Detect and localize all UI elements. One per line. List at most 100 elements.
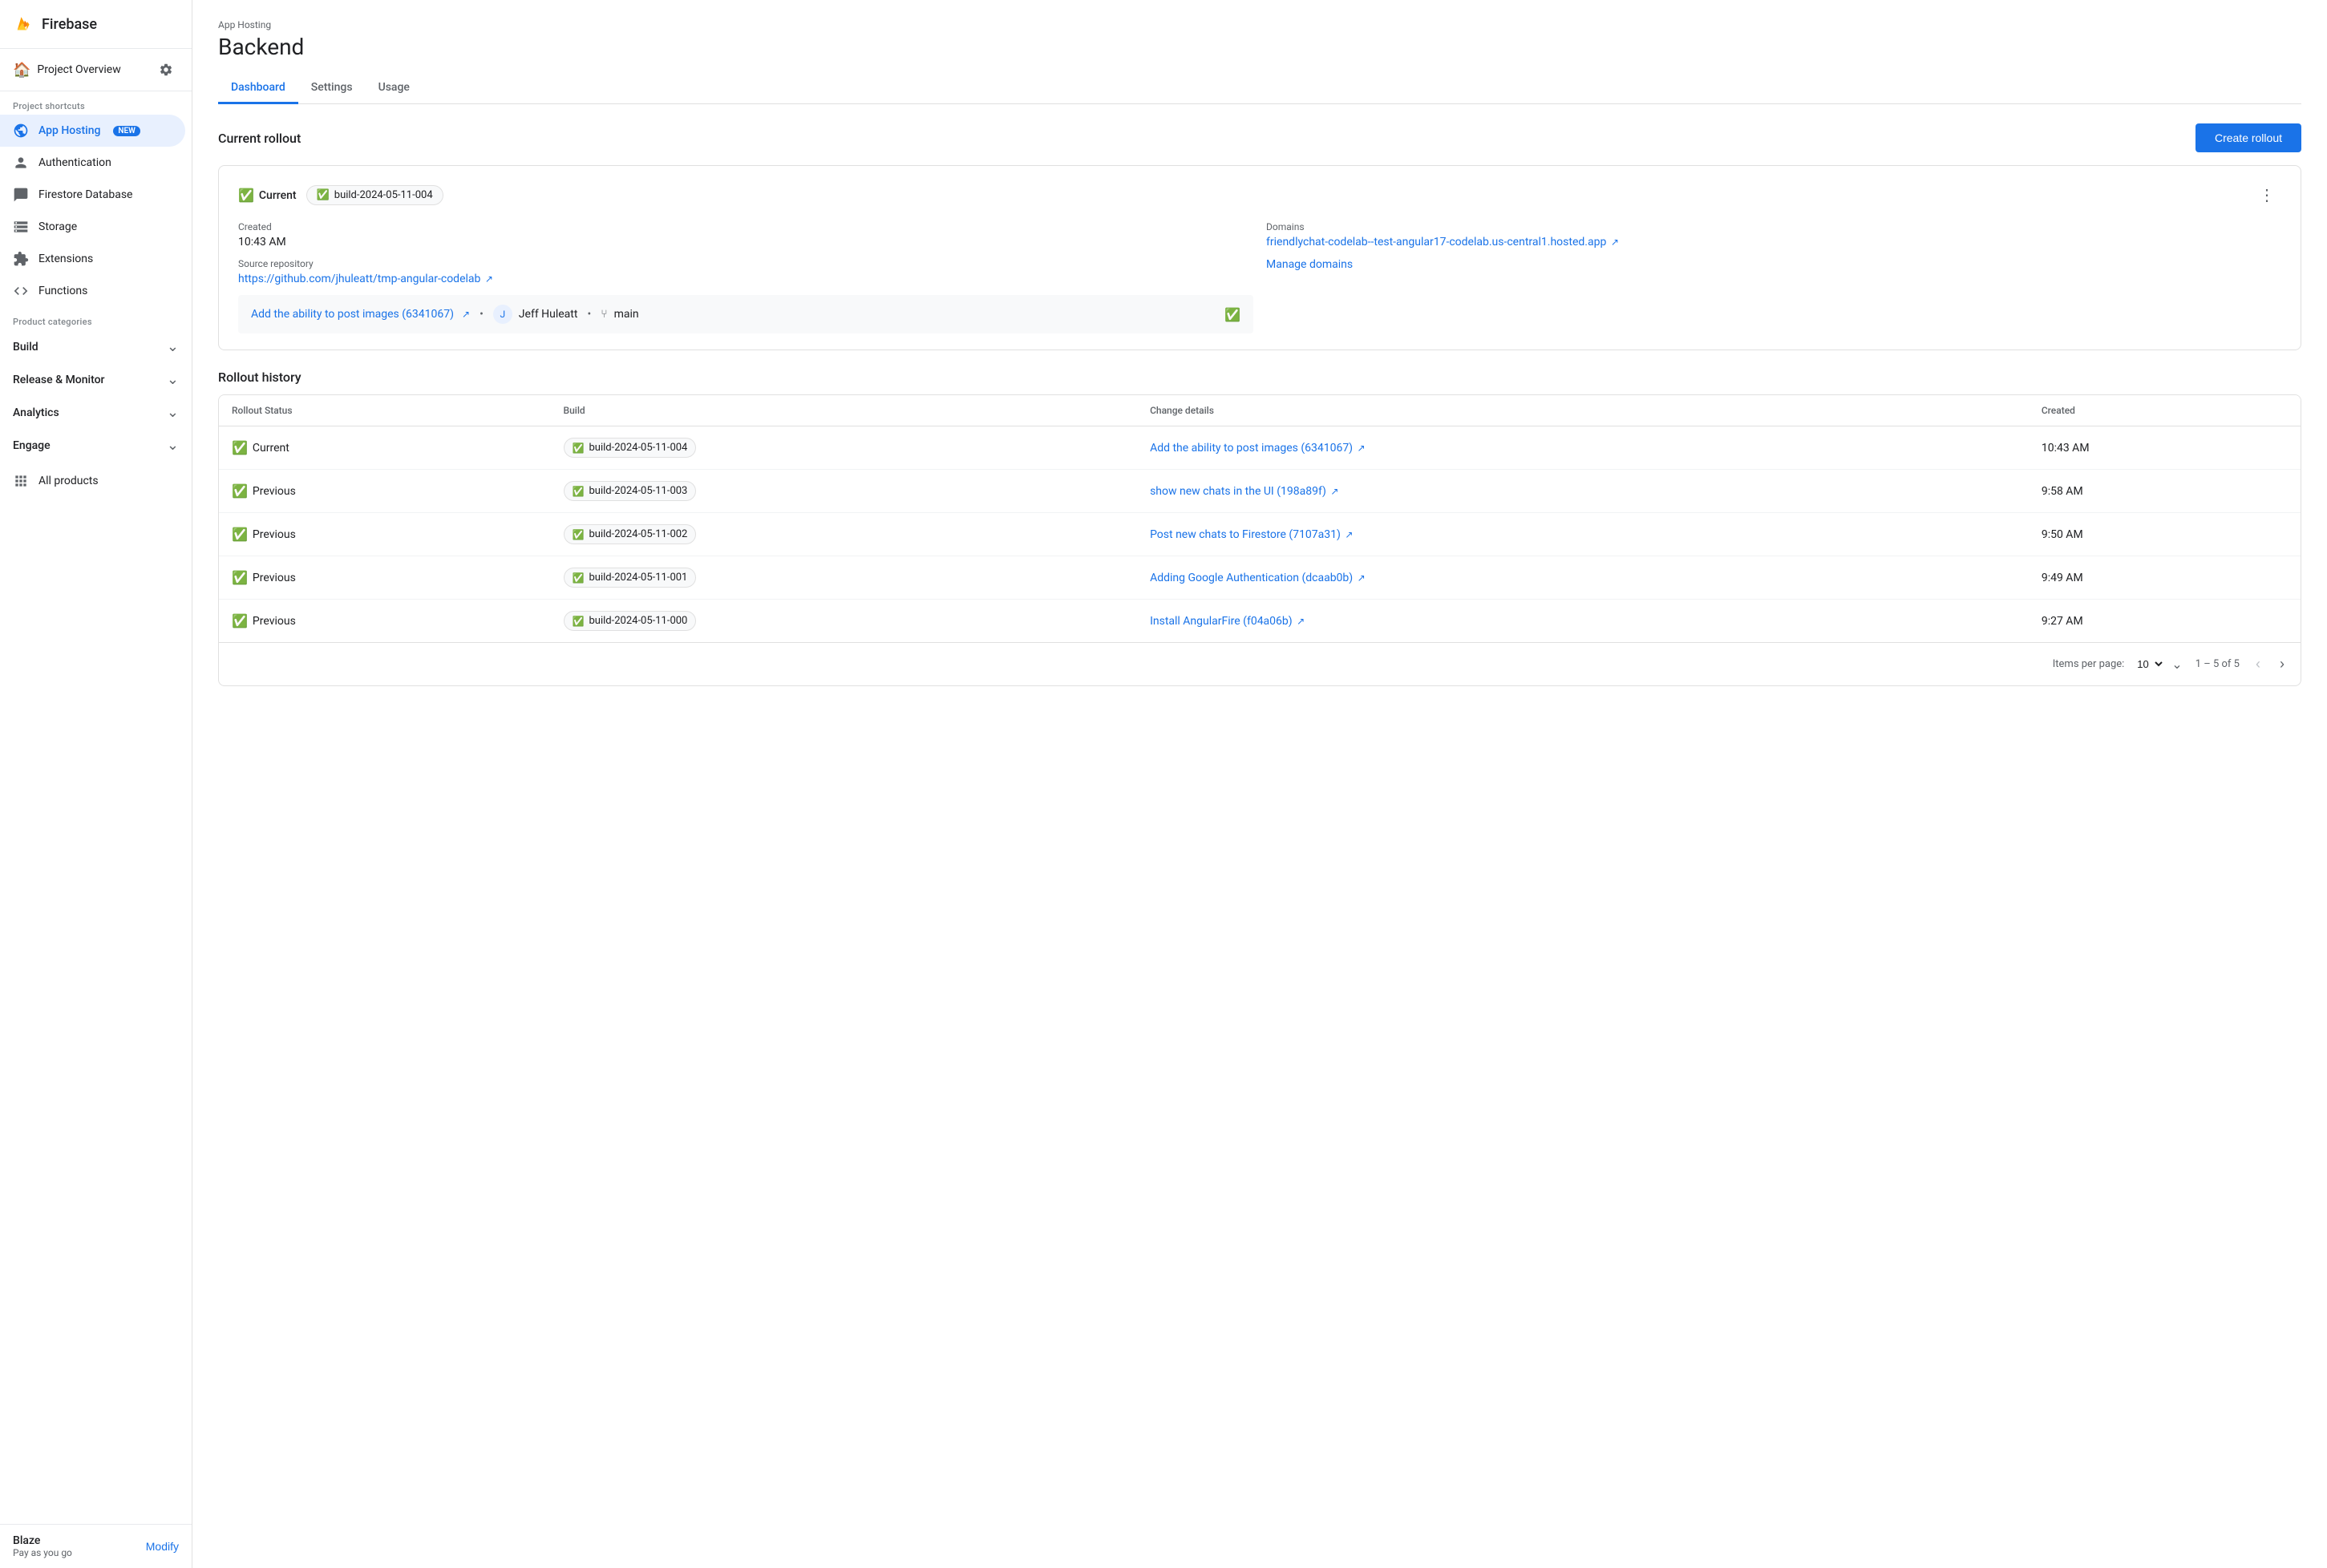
modify-button[interactable]: Modify — [146, 1540, 179, 1553]
gear-icon — [159, 63, 173, 77]
avatar: J — [493, 305, 512, 324]
table-row: ✅ Previous ✅ build-2024-05-11-000 Instal… — [219, 600, 2301, 643]
prev-page-button[interactable]: ‹ — [2252, 653, 2264, 676]
sidebar-item-extensions[interactable]: Extensions — [0, 243, 185, 275]
sidebar-item-all-products[interactable]: All products — [0, 465, 185, 497]
sidebar-item-firestore[interactable]: Firestore Database — [0, 179, 185, 211]
category-build[interactable]: Build ⌄ — [0, 330, 192, 363]
app-title: Firebase — [42, 16, 97, 33]
col-header-change: Change details — [1137, 395, 2029, 426]
commit-link[interactable]: Add the ability to post images (6341067) — [251, 308, 454, 321]
ext-link-icon: ↗ — [1297, 616, 1305, 627]
manage-domains-link[interactable]: Manage domains — [1266, 258, 1353, 271]
build-row-check-icon: ✅ — [573, 572, 585, 584]
branch-icon: ⑂ — [601, 308, 607, 321]
source-repo-label: Source repository — [238, 258, 1253, 269]
page-info: 1 – 5 of 5 — [2195, 658, 2240, 670]
row-build: ✅ build-2024-05-11-003 — [551, 470, 1138, 513]
category-analytics-label: Analytics — [13, 406, 59, 419]
tabs-bar: Dashboard Settings Usage — [218, 73, 2301, 104]
history-table: Rollout Status Build Change details Crea… — [219, 395, 2301, 642]
firebase-logo-icon — [13, 13, 35, 35]
next-page-button[interactable]: › — [2276, 653, 2288, 676]
row-build: ✅ build-2024-05-11-004 — [551, 426, 1138, 470]
ext-link-icon: ↗ — [1358, 572, 1366, 584]
category-release-monitor[interactable]: Release & Monitor ⌄ — [0, 363, 192, 396]
commit-info: Add the ability to post images (6341067)… — [251, 305, 639, 324]
create-rollout-button[interactable]: Create rollout — [2195, 123, 2301, 152]
sidebar-item-functions[interactable]: Functions — [0, 275, 185, 307]
external-link-icon: ↗ — [485, 273, 493, 285]
build-row-check-icon: ✅ — [573, 616, 585, 627]
change-link[interactable]: Install AngularFire (f04a06b) — [1150, 615, 1293, 628]
project-overview-row[interactable]: 🏠 Project Overview — [0, 49, 192, 91]
tab-usage[interactable]: Usage — [366, 73, 423, 104]
chevron-down-icon: ⌄ — [167, 338, 179, 355]
dot-separator2: • — [587, 308, 591, 321]
row-status: ✅ Previous — [219, 556, 551, 600]
storage-icon — [13, 219, 29, 235]
change-link[interactable]: Post new chats to Firestore (7107a31) — [1150, 528, 1341, 541]
change-link[interactable]: show new chats in the UI (198a89f) — [1150, 485, 1326, 498]
row-check-icon: ✅ — [232, 613, 248, 628]
sidebar-item-label-functions: Functions — [38, 285, 87, 297]
more-options-button[interactable]: ⋮ — [2252, 182, 2281, 208]
settings-gear-button[interactable] — [153, 57, 179, 83]
page-title: Backend — [218, 34, 2301, 60]
chevron-down-icon: ⌄ — [167, 437, 179, 454]
current-rollout-header: Current rollout Create rollout — [218, 123, 2301, 152]
created-section: Created 10:43 AM Source repository https… — [238, 221, 1253, 333]
change-link[interactable]: Adding Google Authentication (dcaab0b) — [1150, 572, 1353, 584]
branch-name: main — [614, 308, 639, 321]
row-created: 10:43 AM — [2029, 426, 2301, 470]
current-rollout-title: Current rollout — [218, 131, 301, 146]
rollout-history-title: Rollout history — [218, 370, 2301, 385]
grid-icon — [13, 473, 29, 489]
row-build: ✅ build-2024-05-11-002 — [551, 513, 1138, 556]
sidebar-item-app-hosting[interactable]: App Hosting NEW — [0, 115, 185, 147]
chevron-down-icon: ⌄ — [2171, 657, 2182, 672]
check-icon: ✅ — [238, 188, 254, 203]
ext-link-icon: ↗ — [1358, 443, 1366, 454]
items-per-page-label: Items per page: — [2053, 658, 2125, 670]
status-badge: ✅ Current — [238, 188, 297, 203]
change-link[interactable]: Add the ability to post images (6341067) — [1150, 442, 1353, 455]
rollout-details: Created 10:43 AM Source repository https… — [238, 221, 2281, 333]
col-header-status: Rollout Status — [219, 395, 551, 426]
created-label: Created — [238, 221, 1253, 232]
ext-link-icon: ↗ — [1345, 529, 1353, 540]
build-row-check-icon: ✅ — [573, 486, 585, 497]
domain-link[interactable]: friendlychat-codelab--test-angular17-cod… — [1266, 236, 1606, 249]
project-overview-link[interactable]: 🏠 Project Overview — [13, 62, 121, 79]
per-page-select[interactable]: 10 25 50 — [2131, 656, 2165, 673]
source-repo-link[interactable]: https://github.com/jhuleatt/tmp-angular-… — [238, 273, 480, 285]
all-products-label: All products — [38, 475, 99, 487]
sidebar-footer: Blaze Pay as you go Modify — [0, 1524, 192, 1568]
status-label: Current — [259, 189, 297, 202]
table-row: ✅ Current ✅ build-2024-05-11-004 Add the… — [219, 426, 2301, 470]
domains-label: Domains — [1266, 221, 2281, 232]
rollout-card-header: ✅ Current ✅ build-2024-05-11-004 ⋮ — [238, 182, 2281, 208]
sidebar-item-label-extensions: Extensions — [38, 253, 93, 265]
pagination: Items per page: 10 25 50 ⌄ 1 – 5 of 5 ‹ … — [219, 642, 2301, 685]
extensions-icon — [13, 251, 29, 267]
app-hosting-icon — [13, 123, 29, 139]
col-header-created: Created — [2029, 395, 2301, 426]
row-created: 9:27 AM — [2029, 600, 2301, 643]
functions-icon — [13, 283, 29, 299]
sidebar-item-storage[interactable]: Storage — [0, 211, 185, 243]
table-header-row: Rollout Status Build Change details Crea… — [219, 395, 2301, 426]
sidebar-item-label-app-hosting: App Hosting — [38, 124, 100, 137]
category-analytics[interactable]: Analytics ⌄ — [0, 396, 192, 429]
dot-separator: • — [480, 308, 484, 321]
sidebar-header: Firebase — [0, 0, 192, 49]
row-created: 9:50 AM — [2029, 513, 2301, 556]
items-per-page: Items per page: 10 25 50 ⌄ — [2053, 656, 2183, 673]
row-build: ✅ build-2024-05-11-001 — [551, 556, 1138, 600]
category-engage[interactable]: Engage ⌄ — [0, 429, 192, 462]
tab-settings[interactable]: Settings — [298, 73, 366, 104]
sidebar-item-authentication[interactable]: Authentication — [0, 147, 185, 179]
sidebar-item-label-firestore: Firestore Database — [38, 188, 132, 201]
domain-value: friendlychat-codelab--test-angular17-cod… — [1266, 236, 2281, 249]
tab-dashboard[interactable]: Dashboard — [218, 73, 298, 104]
